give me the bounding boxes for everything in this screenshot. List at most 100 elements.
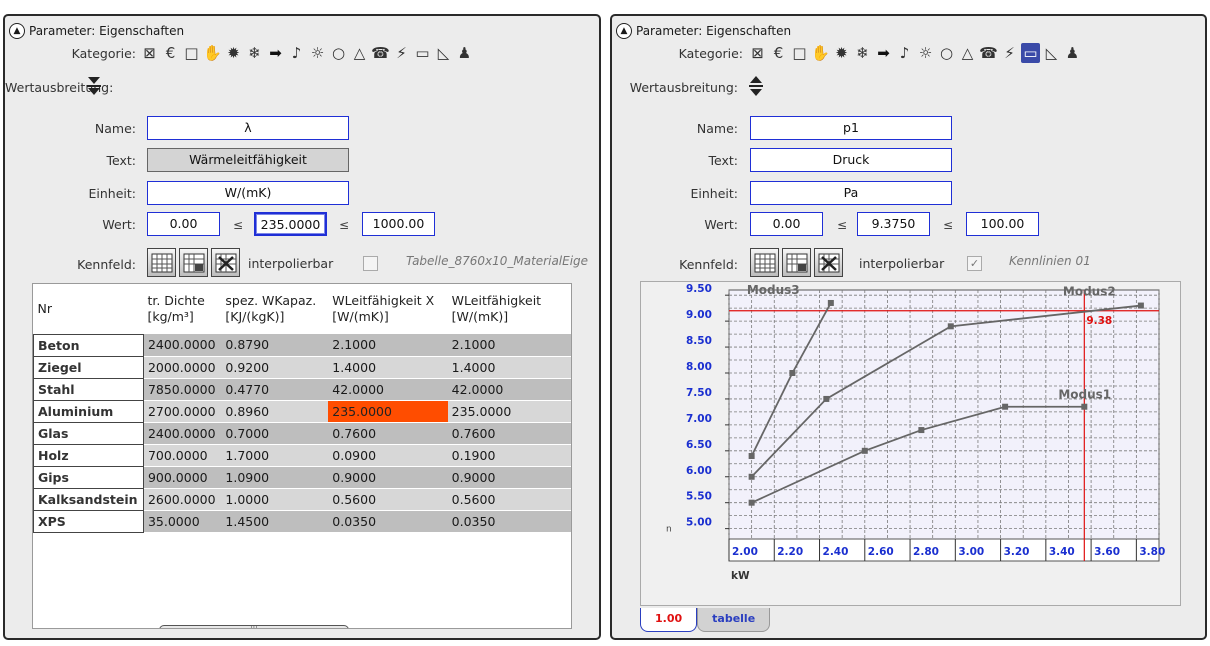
speaker-icon[interactable]: ♪ (895, 43, 914, 63)
phone-icon[interactable]: ☎ (979, 43, 998, 63)
gear-burst-icon[interactable]: ✹ (224, 43, 243, 63)
table-row[interactable]: Glas 2400.0000 0.7000 0.7600 0.7600 (33, 421, 571, 445)
spread-both-icon[interactable] (747, 74, 767, 98)
bucket-icon[interactable]: ▭ (1021, 43, 1040, 63)
arrow-right-icon[interactable]: ➡ (874, 43, 893, 63)
table-chart-icon[interactable] (750, 248, 779, 277)
table-row[interactable]: Stahl 7850.0000 0.4770 42.0000 42.0000 (33, 377, 571, 401)
table-cell[interactable]: 235.0000 (328, 400, 448, 423)
row-header-cell[interactable]: Kalksandstein (33, 487, 144, 511)
bulb-icon[interactable]: ○ (329, 43, 348, 63)
table-cell[interactable]: 235.0000 (447, 400, 571, 423)
table-cell[interactable]: 2.1000 (328, 334, 448, 357)
lightning-icon[interactable]: ⚡ (392, 43, 411, 63)
einheit-field[interactable]: Pa (750, 181, 952, 205)
person-icon[interactable]: ♟ (1063, 43, 1082, 63)
row-header-cell[interactable]: XPS (33, 509, 144, 533)
table-row[interactable]: Kalksandstein 2600.0000 1.0000 0.5600 0.5600 (33, 487, 571, 511)
collapse-icon[interactable]: ▲ (9, 23, 25, 39)
table-cell[interactable]: 0.5600 (328, 488, 448, 511)
row-header-cell[interactable]: Stahl (33, 377, 144, 401)
table-cell[interactable]: 1.4000 (328, 356, 448, 379)
row-header-cell[interactable]: Glas (33, 421, 144, 445)
table-row[interactable]: Holz 700.0000 1.7000 0.0900 0.1900 (33, 443, 571, 467)
row-header-cell[interactable]: Gips (33, 465, 144, 489)
collapse-icon[interactable]: ▲ (616, 23, 632, 39)
snowflake-icon[interactable]: ❄ (245, 43, 264, 63)
table-cell[interactable]: 1.7000 (221, 444, 329, 467)
horizontal-scrollbar[interactable]: ||| (159, 625, 349, 628)
table-cell[interactable]: 0.0350 (328, 510, 448, 533)
name-field[interactable]: p1 (750, 116, 952, 140)
table-cell[interactable]: 35.0000 (143, 510, 222, 533)
row-header-cell[interactable]: Beton (33, 333, 144, 357)
box-cross-icon[interactable]: ⊠ (140, 43, 159, 63)
table-cell[interactable]: 2600.0000 (143, 488, 222, 511)
table-row[interactable]: XPS 35.0000 1.4500 0.0350 0.0350 (33, 509, 571, 533)
table-delete-icon[interactable] (211, 248, 240, 277)
row-header-cell[interactable]: Aluminium (33, 399, 144, 423)
table-row[interactable]: Gips 900.0000 1.0900 0.9000 0.9000 (33, 465, 571, 489)
table-cell[interactable]: 0.9000 (328, 466, 448, 489)
column-header[interactable]: Nr (33, 284, 144, 334)
table-chart-icon[interactable] (147, 248, 176, 277)
column-header[interactable]: WLeitfähigkeit X [W/(mK)] (328, 284, 448, 334)
square-icon[interactable]: □ (182, 43, 201, 63)
snowflake-icon[interactable]: ❄ (853, 43, 872, 63)
hand-icon[interactable]: ✋ (811, 43, 830, 63)
table-cell[interactable]: 2700.0000 (143, 400, 222, 423)
table-cell[interactable]: 1.0900 (221, 466, 329, 489)
table-cell[interactable]: 2.1000 (447, 334, 571, 357)
box-cross-icon[interactable]: ⊠ (748, 43, 767, 63)
euro-icon[interactable]: € (161, 43, 180, 63)
row-header-cell[interactable]: Ziegel (33, 355, 144, 379)
arrow-right-icon[interactable]: ➡ (266, 43, 285, 63)
table-row[interactable]: Beton 2400.0000 0.8790 2.1000 2.1000 (33, 333, 571, 357)
einheit-field[interactable]: W/(mK) (147, 181, 349, 205)
phone-icon[interactable]: ☎ (371, 43, 390, 63)
table-cell[interactable]: 1.0000 (221, 488, 329, 511)
sun-icon[interactable]: ☼ (916, 43, 935, 63)
chart-tab[interactable]: 1.00 (640, 608, 698, 632)
square-icon[interactable]: □ (790, 43, 809, 63)
table-cell[interactable]: 2400.0000 (143, 422, 222, 445)
wert-min-field[interactable]: 0.00 (750, 212, 823, 236)
table-cell[interactable]: 1.4000 (447, 356, 571, 379)
table-cell[interactable]: 900.0000 (143, 466, 222, 489)
table-cell[interactable]: 42.0000 (328, 378, 448, 401)
table-delete-icon[interactable] (814, 248, 843, 277)
table-cell[interactable]: 2400.0000 (143, 334, 222, 357)
table-cell[interactable]: 0.4770 (221, 378, 329, 401)
hand-icon[interactable]: ✋ (203, 43, 222, 63)
drop-icon[interactable]: △ (350, 43, 369, 63)
column-header[interactable]: tr. Dichte [kg/m³] (143, 284, 222, 334)
euro-icon[interactable]: € (769, 43, 788, 63)
column-header[interactable]: WLeitfähigkeit [W/(mK)] (447, 284, 571, 334)
bulb-icon[interactable]: ○ (937, 43, 956, 63)
table-cell[interactable]: 700.0000 (143, 444, 222, 467)
interpolierbar-checkbox[interactable]: ✓ (967, 256, 982, 271)
name-field[interactable]: λ (147, 116, 349, 140)
drop-icon[interactable]: △ (958, 43, 977, 63)
table-cell[interactable]: 0.0350 (447, 510, 571, 533)
table-cell[interactable]: 7850.0000 (143, 378, 222, 401)
table-cell[interactable]: 0.8790 (221, 334, 329, 357)
table-row[interactable]: Ziegel 2000.0000 0.9200 1.4000 1.4000 (33, 355, 571, 379)
table-cell[interactable]: 0.7000 (221, 422, 329, 445)
wert-max-field[interactable]: 1000.00 (362, 212, 435, 236)
table-cell[interactable]: 0.9000 (447, 466, 571, 489)
chart-tab[interactable]: tabelle (697, 608, 771, 632)
table-edit-icon[interactable] (179, 248, 208, 277)
table-cell[interactable]: 42.0000 (447, 378, 571, 401)
interpolierbar-checkbox[interactable] (363, 256, 378, 271)
column-header[interactable]: spez. WKapaz. [KJ/(kgK)] (221, 284, 329, 334)
table-cell[interactable]: 1.4500 (221, 510, 329, 533)
table-row[interactable]: Aluminium 2700.0000 0.8960 235.0000 235.0000 (33, 399, 571, 423)
table-edit-icon[interactable] (782, 248, 811, 277)
wert-value-field[interactable]: 9.3750 (857, 212, 930, 236)
lightning-icon[interactable]: ⚡ (1000, 43, 1019, 63)
wert-value-field[interactable]: 235.0000 (254, 212, 327, 236)
person-icon[interactable]: ♟ (455, 43, 474, 63)
table-cell[interactable]: 0.7600 (447, 422, 571, 445)
table-cell[interactable]: 0.9200 (221, 356, 329, 379)
